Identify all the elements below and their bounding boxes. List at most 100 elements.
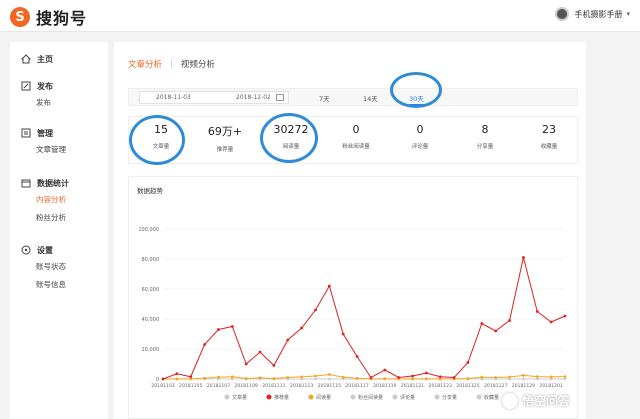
x-tick-label: 20181111	[262, 383, 285, 389]
stat-label: 分享量	[476, 144, 494, 150]
x-tick-label: 20181119	[373, 383, 396, 389]
sidebar-item-label: 主页	[37, 54, 53, 64]
x-tick-label: 20181107	[207, 383, 230, 389]
data-point	[314, 374, 317, 378]
data-point	[189, 375, 193, 379]
data-point	[480, 375, 484, 379]
legend-label: 粉丝阅读量	[358, 394, 383, 401]
date-range-picker[interactable]: 2018-11-03 2018-12-02	[139, 91, 289, 104]
sidebar-item-fans-analysis[interactable]: 粉丝分析	[10, 208, 108, 228]
x-tick-label: 20181103	[151, 383, 174, 389]
range-14-days[interactable]: 14天	[363, 93, 378, 103]
x-tick-label: 20181115	[318, 383, 341, 389]
data-point	[355, 376, 359, 380]
sidebar-group-stats: 数据统计 内容分析 粉丝分析	[10, 176, 108, 228]
data-point	[452, 376, 456, 379]
data-point	[327, 284, 331, 288]
watermark-text: 悟空问答	[522, 394, 571, 408]
data-point	[327, 377, 331, 381]
data-point	[411, 377, 414, 381]
legend-marker	[476, 394, 482, 400]
data-point	[466, 377, 470, 380]
x-tick-label: 20181127	[484, 383, 507, 389]
data-point	[563, 377, 567, 381]
data-point	[411, 374, 414, 378]
stat-label: 文章量	[152, 144, 170, 150]
data-point	[522, 256, 525, 259]
sidebar-item-article-manage[interactable]: 文章管理	[10, 140, 108, 160]
list-icon	[21, 128, 31, 138]
range-30-days[interactable]: 30天	[409, 93, 424, 105]
stat-label: 推荐量	[216, 147, 234, 153]
x-tick-label: 20181125	[456, 383, 479, 389]
data-point	[535, 375, 539, 378]
legend-label: 评论量	[400, 394, 415, 401]
y-tick-label: 80,000	[142, 257, 160, 263]
y-tick-label: 40,000	[142, 317, 160, 323]
legend-marker	[224, 394, 230, 400]
data-point	[383, 377, 387, 381]
data-point	[300, 326, 304, 330]
date-filter-bar: 2018-11-03 2018-12-02 7天 14天 30天	[128, 88, 578, 106]
data-point	[314, 308, 317, 312]
tab-separator: |	[170, 59, 173, 69]
tab-video-analysis[interactable]: 视频分析	[181, 58, 215, 70]
top-bar: S 搜狗号 手机摄影手册 ▾	[0, 0, 640, 32]
y-tick-label: 20,000	[142, 347, 160, 353]
stat-label: 收藏量	[540, 144, 558, 150]
data-point	[480, 322, 484, 325]
data-point	[355, 355, 359, 358]
data-point	[230, 325, 234, 328]
edit-icon	[21, 81, 31, 91]
start-date: 2018-11-03	[156, 94, 191, 101]
x-tick-label: 20181123	[429, 383, 452, 389]
data-point	[244, 377, 248, 380]
sidebar-item-publish[interactable]: 发布	[10, 93, 108, 113]
avatar	[555, 7, 570, 21]
legend-marker	[434, 394, 440, 400]
sidebar-item-content-analysis[interactable]: 内容分析	[10, 190, 108, 210]
range-7-days[interactable]: 7天	[319, 93, 330, 103]
data-point	[244, 362, 248, 366]
data-point	[203, 343, 206, 346]
data-point	[258, 350, 262, 354]
analysis-tabs: 文章分析 | 视频分析	[128, 58, 215, 70]
sidebar-item-account-status[interactable]: 账号状态	[10, 257, 108, 277]
sidebar-item-account-info[interactable]: 账号信息	[10, 275, 108, 295]
stat-label: 阅读量	[282, 144, 300, 150]
x-tick-label: 20181113	[290, 383, 313, 389]
y-tick-label: 60,000	[142, 287, 160, 293]
user-menu[interactable]: 手机摄影手册 ▾	[555, 7, 630, 21]
x-tick-label: 20181121	[401, 383, 424, 389]
data-point	[508, 375, 511, 379]
x-tick-label: 20181201	[539, 383, 562, 389]
legend-label: 收藏量	[484, 394, 499, 401]
calendar-icon	[276, 94, 284, 101]
data-point	[230, 375, 234, 379]
data-point	[494, 329, 498, 333]
calendar-icon	[21, 178, 31, 188]
stat-value: 8	[481, 123, 489, 136]
data-point	[327, 373, 331, 376]
stats-row: 15 文章量 69万+ 推荐量 30272 阅读量 0 粉丝阅读量 0 评论量 …	[128, 116, 578, 164]
settings-icon	[21, 245, 31, 255]
data-point	[522, 374, 525, 377]
tab-article-analysis[interactable]: 文章分析	[128, 58, 162, 70]
data-point	[258, 376, 262, 380]
data-point	[286, 376, 290, 379]
legend-marker	[266, 394, 272, 400]
sidebar-item-label: 管理	[37, 128, 53, 138]
series-line	[162, 373, 566, 380]
sidebar-group-manage: 管理 文章管理	[10, 126, 108, 160]
trend-chart-card: 数据趋势 100,000 80,000 60,000 40,000 20,000 0 201…	[128, 176, 578, 419]
data-point	[286, 338, 290, 342]
data-point	[563, 314, 567, 318]
logo[interactable]: S 搜狗号	[10, 5, 87, 29]
stat-read-count: 30272 阅读量	[261, 123, 321, 150]
sogou-logo-icon: S	[10, 7, 30, 27]
sidebar-group-home[interactable]: 主页	[10, 52, 108, 66]
series-line	[162, 257, 566, 380]
data-point	[217, 328, 220, 331]
logo-text: 搜狗号	[36, 9, 88, 28]
stat-value: 30272	[273, 123, 309, 136]
